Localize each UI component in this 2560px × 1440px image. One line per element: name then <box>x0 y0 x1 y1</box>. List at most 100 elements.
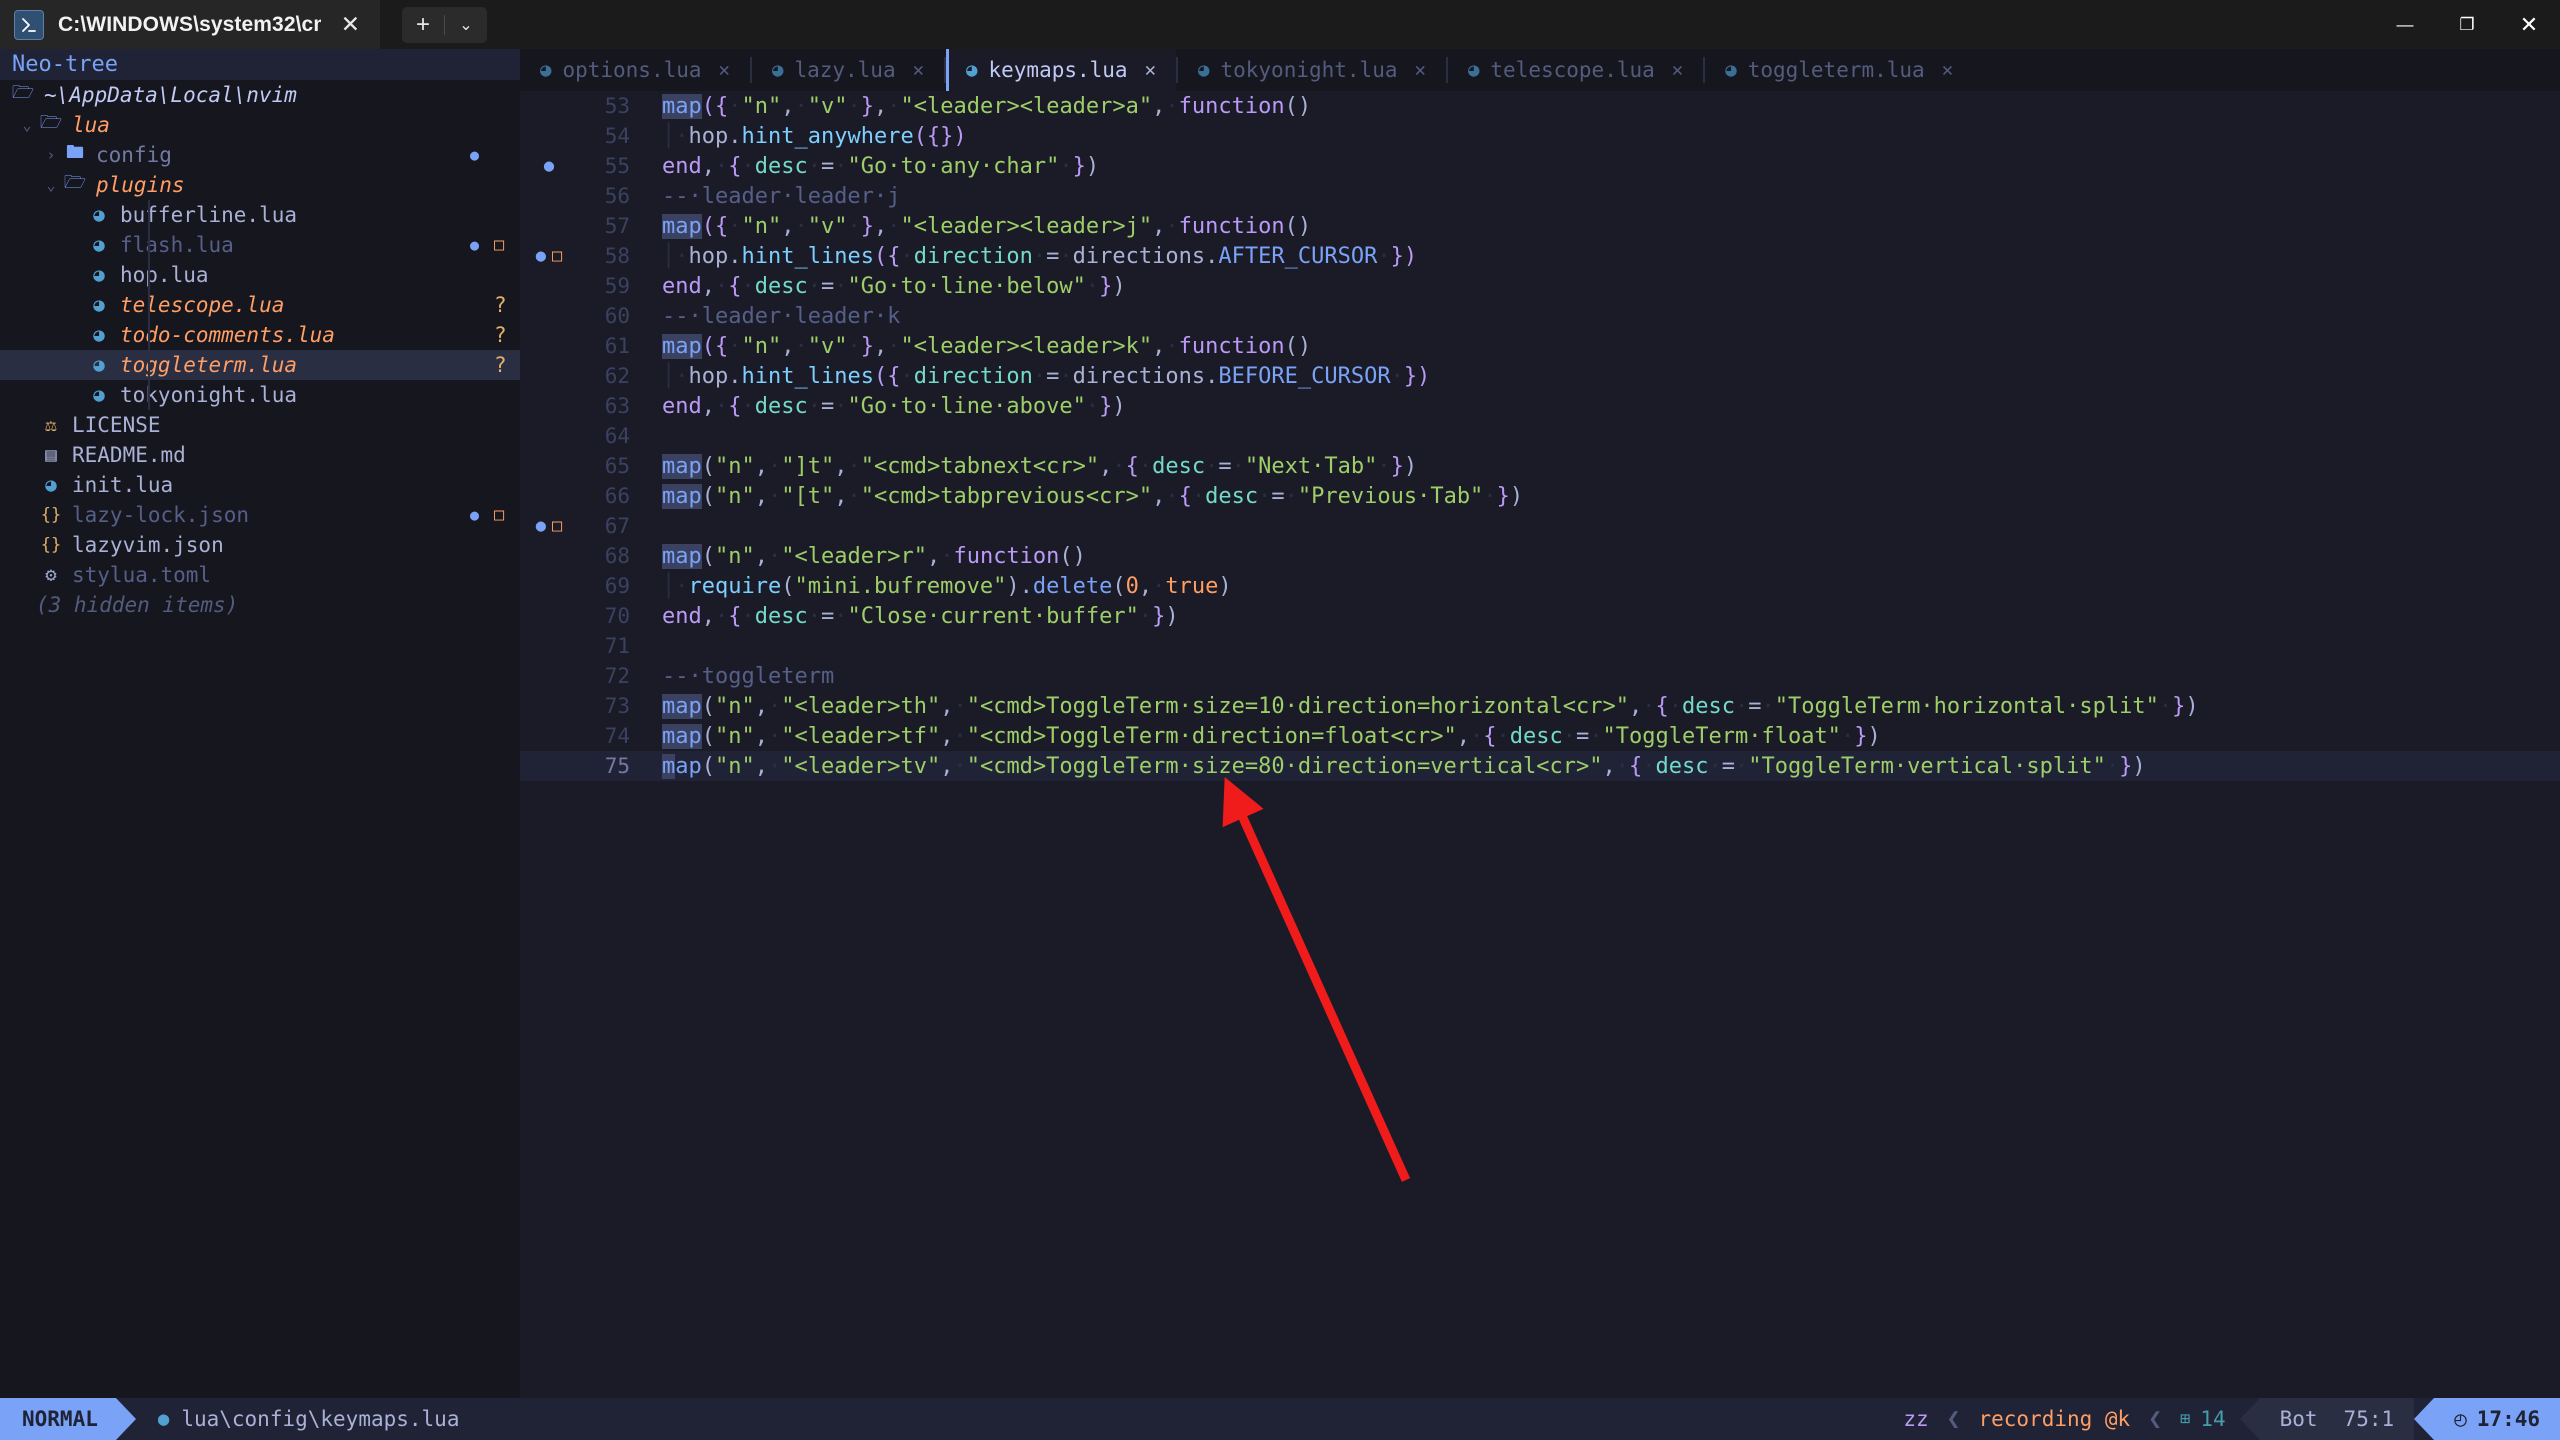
neotree-item-plugins[interactable]: ⌄🗁plugins <box>0 170 520 200</box>
code-line[interactable]: 74map("n",·"<leader>tf",·"<cmd>ToggleTer… <box>520 721 2560 751</box>
tab-close-icon[interactable]: ✕ <box>1145 59 1156 81</box>
code-line[interactable]: 71 <box>520 631 2560 661</box>
code-text: map({·"n",·"v"·},·"<leader><leader>j",·f… <box>652 214 1311 239</box>
code-token: direction <box>914 364 1033 389</box>
code-line[interactable]: 59end,·{·desc·=·"Go·to·line·below"·}) <box>520 271 2560 301</box>
tab-telescope-lua[interactable]: ◕telescope.lua✕ <box>1448 49 1703 91</box>
neotree-item-telescope-lua[interactable]: ◕telescope.lua? <box>0 290 520 320</box>
code-token: · <box>675 124 688 149</box>
neotree-item-todo-comments-lua[interactable]: ◕todo-comments.lua? <box>0 320 520 350</box>
tab-tokyonight-lua[interactable]: ◕tokyonight.lua✕ <box>1178 49 1446 91</box>
code-token: ( <box>702 544 715 569</box>
neotree-item-lazy-lock-json[interactable]: {}lazy-lock.json●□ <box>0 500 520 530</box>
maximize-button[interactable]: ❐ <box>2436 0 2498 49</box>
tab-close-icon[interactable]: ✕ <box>1942 59 1953 81</box>
tab-lazy-lua[interactable]: ◕lazy.lua✕ <box>752 49 944 91</box>
tab-options-lua[interactable]: ◕options.lua✕ <box>520 49 750 91</box>
code-line[interactable]: 54│·hop.hint_anywhere({}) <box>520 121 2560 151</box>
neotree-sidebar[interactable]: Neo-tree 🗁 ~\AppData\Local\nvim ⌄🗁lua›🖿c… <box>0 49 520 1398</box>
code-token: } <box>1497 484 1510 509</box>
code-token: · <box>742 274 755 299</box>
tab-toggleterm-lua[interactable]: ◕toggleterm.lua✕ <box>1705 49 1973 91</box>
neotree-item-hop-lua[interactable]: ◕hop.lua <box>0 260 520 290</box>
line-number: 75 <box>578 754 630 778</box>
neotree-item-readme-md[interactable]: ▤README.md <box>0 440 520 470</box>
neotree-item-flash-lua[interactable]: ◕flash.lua●□ <box>0 230 520 260</box>
code-token: "Go·to·line·below" <box>847 274 1085 299</box>
code-token: · <box>847 454 860 479</box>
close-window-button[interactable]: ✕ <box>2498 0 2560 49</box>
code-line[interactable]: 57map({·"n",·"v"·},·"<leader><leader>j",… <box>520 211 2560 241</box>
code-text: map("n",·"<leader>r",·function() <box>652 544 1086 569</box>
code-token: · <box>887 94 900 119</box>
terminal-tab[interactable]: C:\WINDOWS\system32\cmd. ✕ <box>0 0 380 49</box>
code-token: · <box>848 334 861 359</box>
code-line[interactable]: ●□58│·hop.hint_lines({·direction·=·direc… <box>520 241 2560 271</box>
tab-close-icon[interactable]: ✕ <box>1415 59 1426 81</box>
code-line[interactable]: 72--·toggleterm <box>520 661 2560 691</box>
statusline: NORMAL ● lua\config\keymaps.lua zz ❮ rec… <box>0 1398 2560 1440</box>
code-line[interactable]: 60--·leader·leader·k <box>520 301 2560 331</box>
code-line[interactable]: ●55end,·{·desc·=·"Go·to·any·char"·}) <box>520 151 2560 181</box>
code-line[interactable]: 66map("n",·"[t",·"<cmd>tabprevious<cr>",… <box>520 481 2560 511</box>
code-line[interactable]: 68map("n",·"<leader>r",·function() <box>520 541 2560 571</box>
code-token: ap <box>675 754 702 779</box>
neotree-file-list[interactable]: ⌄🗁lua›🖿config●⌄🗁plugins◕bufferline.lua◕f… <box>0 110 520 590</box>
tab-close-icon[interactable]: ✕ <box>913 59 924 81</box>
tab-close-icon[interactable]: ✕ <box>1672 59 1683 81</box>
line-number: 73 <box>578 694 630 718</box>
neotree-item-stylua-toml[interactable]: ⚙stylua.toml <box>0 560 520 590</box>
code-line[interactable]: 75map("n",·"<leader>tv",·"<cmd>ToggleTer… <box>520 751 2560 781</box>
neotree-item-init-lua[interactable]: ◕init.lua <box>0 470 520 500</box>
minimize-button[interactable]: — <box>2374 0 2436 49</box>
code-token: } <box>2172 694 2185 719</box>
code-token: · <box>1589 724 1602 749</box>
chevron-down-icon[interactable]: ⌄ <box>40 176 62 194</box>
code-line[interactable]: 70end,·{·desc·=·"Close·current·buffer"·}… <box>520 601 2560 631</box>
code-token: , <box>702 604 715 629</box>
tab-label: tokyonight.lua <box>1220 58 1397 82</box>
code-line[interactable]: 64 <box>520 421 2560 451</box>
lua-icon: ◕ <box>1468 59 1479 81</box>
tab-close-icon[interactable]: ✕ <box>719 59 730 81</box>
chevron-down-icon[interactable]: ⌄ <box>16 116 38 134</box>
code-token: . <box>1020 574 1033 599</box>
neotree-item-tokyonight-lua[interactable]: ◕tokyonight.lua <box>0 380 520 410</box>
chevron-right-icon[interactable]: › <box>40 146 62 164</box>
code-token: │ <box>662 244 675 269</box>
tab-close-icon[interactable]: ✕ <box>335 9 366 40</box>
code-line[interactable]: 69│·require("mini.bufremove").delete(0,·… <box>520 571 2560 601</box>
toml-icon: ⚙ <box>38 564 64 586</box>
code-line[interactable]: 73map("n",·"<leader>th",·"<cmd>ToggleTer… <box>520 691 2560 721</box>
code-line[interactable]: ●□67 <box>520 511 2560 541</box>
neotree-item-license[interactable]: ⚖LICENSE <box>0 410 520 440</box>
neotree-item-lazyvim-json[interactable]: {}lazyvim.json <box>0 530 520 560</box>
code-token: "mini.bufremove" <box>794 574 1006 599</box>
code-line[interactable]: 63end,·{·desc·=·"Go·to·line·above"·}) <box>520 391 2560 421</box>
code-line[interactable]: 53map({·"n",·"v"·},·"<leader><leader>a",… <box>520 91 2560 121</box>
code-token: · <box>1377 244 1390 269</box>
code-line[interactable]: 65map("n",·"]t",·"<cmd>tabnext<cr>",·{·d… <box>520 451 2560 481</box>
neotree-item-toggleterm-lua[interactable]: ◕toggleterm.lua? <box>0 350 520 380</box>
code-token: · <box>1642 694 1655 719</box>
code-token: · <box>1205 454 1218 479</box>
neotree-item-lua[interactable]: ⌄🗁lua <box>0 110 520 140</box>
buffer-tabbar[interactable]: ◕options.lua✕◕lazy.lua✕◕keymaps.lua✕ ◕ tok… <box>520 49 2560 91</box>
tab-keymaps-lua[interactable]: ◕keymaps.lua✕ <box>946 49 1176 91</box>
code-line[interactable]: 62│·hop.hint_lines({·direction·=·directi… <box>520 361 2560 391</box>
code-line[interactable]: 61map({·"n",·"v"·},·"<leader><leader>k",… <box>520 331 2560 361</box>
neotree-item-config[interactable]: ›🖿config● <box>0 140 520 170</box>
neotree-item-label: README.md <box>72 443 186 467</box>
code-token: "<leader><leader>k" <box>901 334 1153 359</box>
neotree-root-row[interactable]: 🗁 ~\AppData\Local\nvim <box>0 80 520 110</box>
code-token: , <box>1099 454 1112 479</box>
lua-icon: ◕ <box>86 204 112 226</box>
chevron-down-icon[interactable]: ⌄ <box>445 7 487 43</box>
status-powerline-left-2 <box>2414 1398 2434 1440</box>
code-token: · <box>1258 484 1271 509</box>
neotree-item-bufferline-lua[interactable]: ◕bufferline.lua <box>0 200 520 230</box>
code-editor[interactable]: 53map({·"n",·"v"·},·"<leader><leader>a",… <box>520 91 2560 1398</box>
code-token: · <box>1761 694 1774 719</box>
code-line[interactable]: 56--·leader·leader·j <box>520 181 2560 211</box>
new-tab-button[interactable]: + <box>402 7 444 43</box>
